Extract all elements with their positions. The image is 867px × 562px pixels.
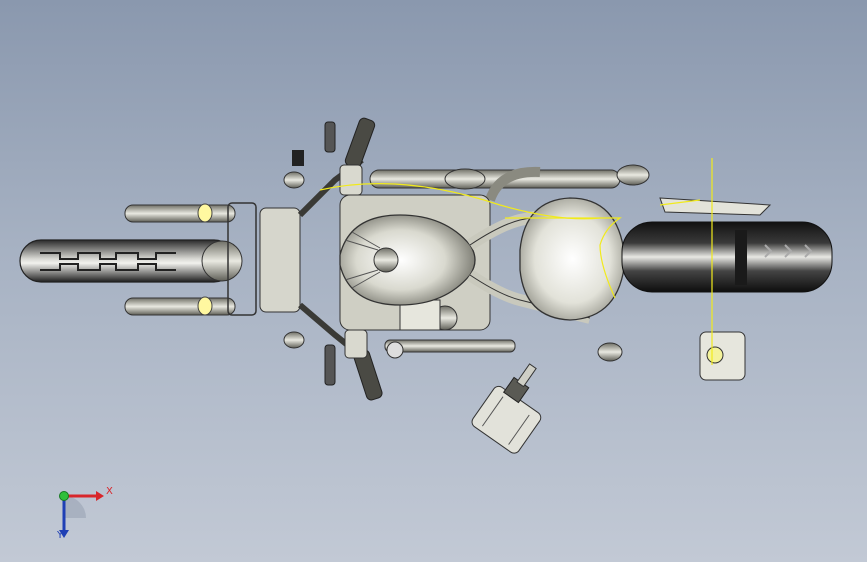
loose-part-bottle[interactable] [470, 355, 563, 455]
rear-tire [621, 221, 833, 293]
y-axis-label: Y [57, 530, 64, 541]
x-axis-label: X [106, 486, 113, 497]
axis-triad: X Y [44, 478, 124, 548]
cad-viewport[interactable]: X Y [0, 0, 867, 562]
front-tire [19, 239, 243, 283]
seat [519, 197, 626, 321]
exhaust-lower [384, 339, 623, 362]
motorcycle-model[interactable] [0, 0, 867, 562]
